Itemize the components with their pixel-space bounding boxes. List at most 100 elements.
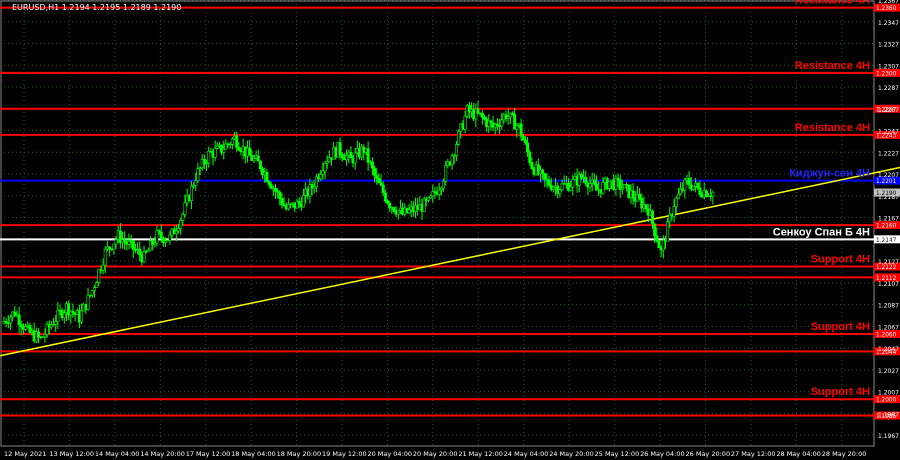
y-tick-label: 1.2067 <box>878 324 899 331</box>
candle-body <box>463 115 467 130</box>
y-tick-label: 1.2007 <box>878 390 899 397</box>
level-label: Support 4H <box>811 254 870 266</box>
y-tick-label: 1.2327 <box>878 42 899 49</box>
candle-body <box>571 179 575 188</box>
candle-body <box>386 200 390 204</box>
candle-body <box>123 239 127 243</box>
candle-body <box>696 182 700 189</box>
candle-body <box>273 187 277 192</box>
level-label: Resistance 4H <box>795 60 870 72</box>
candle-body <box>711 192 715 197</box>
candle-body <box>86 294 90 310</box>
candle-body <box>43 334 47 338</box>
chart-background <box>0 0 900 460</box>
x-tick-label: 25 May 12:00 <box>595 450 640 458</box>
candle-body <box>366 148 370 163</box>
x-tick-label: 13 May 12:00 <box>49 450 94 458</box>
candle-body <box>321 170 325 175</box>
candle-body <box>687 177 691 186</box>
candle-body <box>683 179 687 191</box>
x-tick-label: 28 May 04:00 <box>776 450 821 458</box>
candle-body <box>429 195 433 199</box>
candle-body <box>674 197 678 207</box>
candle-body <box>698 187 702 195</box>
candle-body <box>526 142 530 153</box>
candle-body <box>631 190 635 199</box>
level-label: Сенкоу Спан Б 4H <box>773 226 870 238</box>
y-tick-label: 1.2047 <box>878 346 899 353</box>
candle-body <box>19 324 23 328</box>
candle-body <box>373 167 377 176</box>
candle-body <box>338 142 342 155</box>
candle-body <box>375 175 379 179</box>
x-tick-label: 12 May 2021 <box>4 450 46 458</box>
candle-body <box>194 180 198 186</box>
candle-body <box>142 251 146 263</box>
y-tick-label: 1.1987 <box>878 411 899 418</box>
candle-body <box>95 282 99 288</box>
candle-body <box>584 176 588 184</box>
candle-body <box>269 184 273 189</box>
x-tick-label: 28 May 20:00 <box>822 450 867 458</box>
level-price-text: 1.2060 <box>876 332 897 338</box>
candle-body <box>235 135 239 148</box>
candle-body <box>101 264 105 271</box>
level-price-text: 1.2201 <box>876 179 897 185</box>
candle-body <box>551 186 555 190</box>
x-tick-label: 26 May 04:00 <box>640 450 685 458</box>
candle-body <box>189 185 193 201</box>
candle-body <box>248 147 252 156</box>
candle-body <box>168 234 172 241</box>
candle-body <box>80 310 84 323</box>
candle-body <box>450 155 454 166</box>
y-tick-label: 1.2287 <box>878 85 899 92</box>
candle-body <box>90 290 94 296</box>
level-price-text: 1.2160 <box>876 224 897 230</box>
x-tick-label: 20 May 20:00 <box>413 450 458 458</box>
y-tick-label: 1.2107 <box>878 281 899 288</box>
candle-body <box>489 120 493 124</box>
candle-body <box>265 171 269 182</box>
candle-body <box>297 201 301 204</box>
candle-body <box>392 207 396 212</box>
candle-body <box>114 239 118 245</box>
candle-body <box>657 240 661 249</box>
x-tick-label: 24 May 04:00 <box>504 450 549 458</box>
level-label: Support 4H <box>811 321 870 333</box>
candle-body <box>213 148 217 158</box>
x-tick-label: 14 May 04:00 <box>95 450 140 458</box>
candle-body <box>62 312 66 318</box>
y-tick-label: 1.2087 <box>878 303 899 310</box>
candle-body <box>196 168 200 181</box>
candle-body <box>530 162 534 169</box>
candle-body <box>426 197 430 201</box>
candle-body <box>345 155 349 161</box>
y-tick-label: 1.2247 <box>878 129 899 136</box>
chart-header: EURUSD,H1 1.2194 1.2195 1.2189 1.2190 <box>12 3 181 12</box>
candle-body <box>383 192 387 202</box>
level-label: Киджун-сен 4H <box>789 168 870 180</box>
x-tick-label: 21 May 12:00 <box>458 450 503 458</box>
candle-body <box>588 183 592 188</box>
candle-body <box>651 210 655 225</box>
candle-body <box>515 125 519 130</box>
candle-body <box>457 131 461 145</box>
candle-body <box>323 162 327 172</box>
candle-body <box>377 178 381 184</box>
candle-body <box>278 191 282 199</box>
candle-body <box>560 183 564 191</box>
candle-body <box>521 136 525 141</box>
candle-body <box>36 331 40 338</box>
candle-body <box>353 152 357 164</box>
candle-body <box>655 235 659 242</box>
level-label: Support 4H <box>811 386 870 398</box>
y-tick-label: 1.2027 <box>878 368 899 375</box>
candle-body <box>179 220 183 229</box>
candle-body <box>370 161 374 169</box>
candle-body <box>661 239 665 251</box>
candle-body <box>181 214 185 221</box>
candle-body <box>653 223 657 237</box>
candle-body <box>222 148 226 153</box>
candle-body <box>349 151 353 159</box>
y-tick-label: 1.2367 <box>878 0 899 5</box>
